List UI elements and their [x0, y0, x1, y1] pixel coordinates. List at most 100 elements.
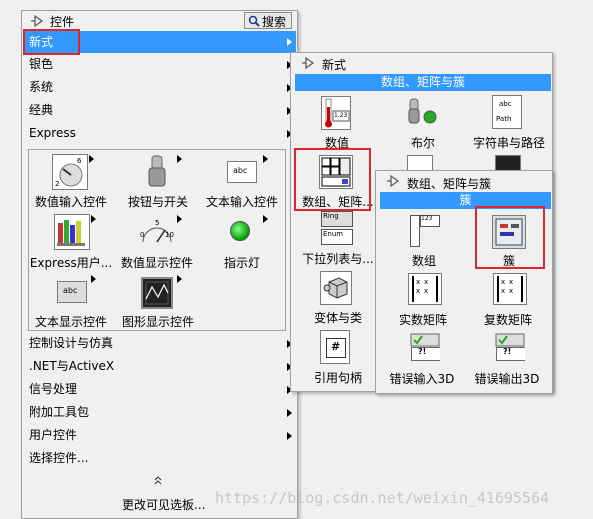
tick-label: 6: [77, 157, 82, 165]
double-chevron-up-icon[interactable]: [153, 475, 163, 485]
refnum-icon[interactable]: #: [320, 330, 350, 364]
palette-title: 控件: [50, 15, 75, 29]
menu-item-dotnet[interactable]: .NET与ActiveX: [29, 356, 114, 377]
annotation-box-array: [294, 148, 371, 211]
array-label-array: 数组: [411, 254, 436, 268]
menu-item-express[interactable]: Express: [29, 123, 76, 144]
modern-label-ring: 下拉列表与...: [302, 252, 374, 266]
palette-title: 数组、矩阵与簇: [407, 177, 492, 191]
modern-label-variant: 变体与类: [313, 311, 362, 325]
menu-item-classic[interactable]: 经典: [29, 100, 53, 121]
express-label-numeric-input: 数值输入控件: [34, 195, 107, 209]
error-in-3d-icon[interactable]: ?!: [410, 333, 440, 361]
palette-header: 新式: [291, 53, 552, 73]
array-label-complex-matrix: 复数矩阵: [483, 313, 532, 327]
expand-arrow-icon: [91, 215, 96, 223]
chevron-right-icon: [287, 38, 292, 46]
modern-label-refnum: 引用句柄: [313, 371, 362, 385]
abc-text: abc: [233, 166, 248, 175]
pin-icon[interactable]: [30, 14, 44, 28]
ring-enum-icon[interactable]: Ring Enum: [321, 211, 353, 245]
numeric-input-icon[interactable]: 26: [52, 154, 88, 190]
menu-item-select-control[interactable]: 选择控件...: [29, 448, 88, 469]
abc-text: abc: [63, 286, 78, 295]
express-label-text-input: 文本输入控件: [205, 195, 278, 209]
string-top-text: abc: [499, 100, 512, 108]
express-label-user: Express用户...: [29, 256, 113, 270]
error-symbol: ?!: [503, 347, 512, 356]
chevron-right-icon: [287, 432, 292, 440]
search-button[interactable]: 搜索: [244, 12, 292, 29]
express-label-text-display: 文本显示控件: [34, 315, 107, 329]
matrix-bracket: [497, 276, 523, 302]
text-input-icon[interactable]: abc: [227, 161, 257, 183]
express-label-buttons: 按钮与开关: [127, 195, 188, 209]
dial-tick-5: 5: [155, 219, 160, 227]
refnum-symbol: #: [331, 340, 341, 353]
toggle-led-icon: [408, 98, 437, 124]
string-path-icon[interactable]: abc Path: [492, 95, 522, 129]
error-out-3d-icon[interactable]: ?!: [495, 333, 525, 361]
annotation-box-cluster: [475, 206, 545, 269]
boolean-icon[interactable]: [406, 95, 440, 129]
menu-item-silver[interactable]: 银色: [29, 54, 53, 75]
annotation-box-modern: [23, 29, 80, 55]
watermark-text: https://blog.csdn.net/weixin_41695564: [215, 489, 550, 507]
tick-label: 2: [55, 180, 59, 188]
modern-label-string-path: 字符串与路径: [472, 136, 545, 150]
express-label-led: 指示灯: [223, 256, 260, 270]
array-icon[interactable]: 123: [410, 215, 442, 249]
search-label: 搜索: [262, 15, 287, 29]
array-cluster-palette: 数组、矩阵与簇 簇 123 数组 簇 x x x x 实数矩阵 x x x x …: [375, 170, 553, 394]
numeric-icon[interactable]: 1.23: [321, 96, 351, 130]
expand-arrow-icon: [177, 155, 182, 163]
array-value: 123: [421, 215, 433, 222]
expand-arrow-icon: [177, 275, 182, 283]
change-visible-palettes[interactable]: 更改可见选板...: [122, 496, 205, 513]
expand-arrow-icon: [177, 215, 182, 223]
search-icon: [248, 15, 260, 27]
error-symbol: ?!: [418, 347, 427, 356]
cube-icon: [323, 277, 348, 299]
modern-label-boolean: 布尔: [410, 136, 435, 150]
palette-title: 新式: [322, 58, 347, 72]
pin-icon[interactable]: [386, 174, 400, 188]
expand-arrow-icon: [263, 155, 268, 163]
array-label-real-matrix: 实数矩阵: [398, 313, 447, 327]
menu-item-user-controls[interactable]: 用户控件: [29, 425, 77, 446]
real-matrix-icon[interactable]: x x x x: [408, 273, 442, 305]
numeric-display-icon[interactable]: 0 5 10: [139, 216, 175, 248]
pin-icon[interactable]: [301, 56, 315, 70]
string-bottom-text: Path: [496, 115, 512, 123]
graph-display-icon[interactable]: [141, 277, 173, 309]
text-display-icon[interactable]: abc: [57, 281, 87, 303]
variant-class-icon[interactable]: [320, 271, 352, 305]
array-label-error-out: 错误输出3D: [474, 372, 540, 386]
expand-arrow-icon: [263, 215, 268, 223]
indicator-icon[interactable]: [230, 221, 250, 241]
books-icon: [57, 220, 85, 246]
menu-item-control-design[interactable]: 控制设计与仿真: [29, 333, 113, 354]
buttons-switches-icon[interactable]: [139, 154, 175, 190]
expand-arrow-icon: [89, 155, 94, 163]
dial-tick-10: 10: [165, 231, 174, 239]
checkmark-icon: [410, 333, 440, 347]
complex-matrix-icon[interactable]: x x x x: [493, 273, 527, 305]
waveform-icon: [145, 281, 169, 305]
menu-item-signal-processing[interactable]: 信号处理: [29, 379, 77, 400]
palette-header: 数组、矩阵与簇: [376, 171, 552, 191]
expand-arrow-icon: [91, 275, 96, 283]
dial-icon: 26: [55, 157, 83, 188]
express-label-numeric-display: 数值显示控件: [120, 256, 193, 270]
express-user-icon[interactable]: [54, 214, 90, 250]
menu-item-system[interactable]: 系统: [29, 77, 53, 98]
index-box: [410, 215, 420, 247]
menu-item-addons[interactable]: 附加工具包: [29, 402, 89, 423]
ring-text: Ring: [323, 212, 339, 220]
palette-header: 控件 搜索: [22, 11, 297, 31]
controls-palette: 控件 搜索 新式 银色 系统 经典 Express 26 数值输入控件 按钮与开…: [21, 10, 298, 519]
checkmark-icon: [495, 333, 525, 347]
array-label-error-in: 错误输入3D: [389, 372, 455, 386]
numeric-digits: 1.23: [334, 112, 348, 119]
enum-text: Enum: [323, 230, 344, 238]
